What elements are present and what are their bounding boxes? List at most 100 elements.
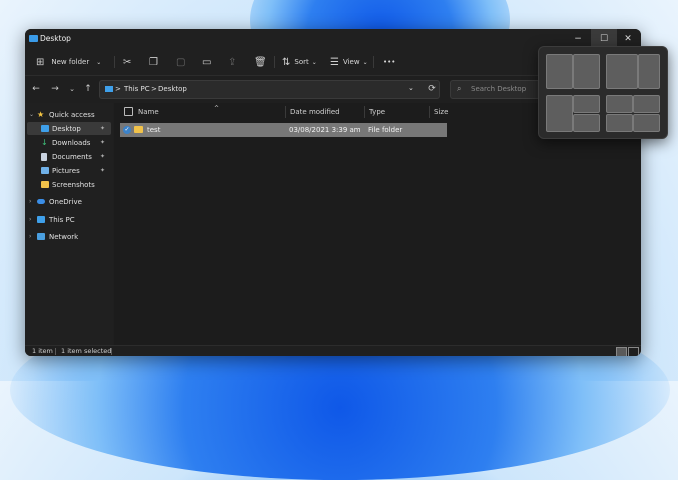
refresh-button[interactable]: ⟳ <box>426 83 438 95</box>
copy-icon: ❐ <box>149 56 158 68</box>
chevron-down-icon: ⌄ <box>69 85 75 93</box>
sidebar-item-onedrive[interactable]: › OneDrive <box>27 195 111 208</box>
folder-app-icon <box>29 35 38 42</box>
sort-icon: ⇅ <box>282 56 291 68</box>
sidebar-item-quick-access[interactable]: ⌄ ★ Quick access <box>27 108 111 121</box>
item-count: 1 item <box>32 347 53 355</box>
breadcrumb-desktop[interactable]: Desktop <box>158 85 187 93</box>
chevron-down-icon: ⌄ <box>362 58 368 66</box>
details-view-button[interactable] <box>616 347 627 356</box>
column-divider[interactable] <box>364 106 365 118</box>
breadcrumb-this-pc[interactable]: This PC <box>124 85 150 93</box>
arrow-left-icon: ← <box>32 84 40 94</box>
table-row[interactable]: ✓ test 03/08/2021 3:39 am File folder <box>120 123 447 137</box>
pc-icon <box>105 86 113 92</box>
column-header-date[interactable]: Date modified <box>290 105 340 119</box>
pictures-icon <box>41 167 49 174</box>
snap-zone-half-left[interactable] <box>546 54 573 89</box>
scissors-icon: ✂ <box>123 56 132 68</box>
folder-icon <box>41 181 49 188</box>
sidebar-item-label: Desktop <box>52 124 81 133</box>
cut-button[interactable]: ✂ <box>123 54 131 70</box>
snap-zone-left-column[interactable] <box>546 95 573 132</box>
copy-button[interactable]: ❐ <box>149 54 158 70</box>
star-icon: ★ <box>37 110 45 119</box>
window-title: Desktop <box>40 34 71 43</box>
pc-icon <box>37 216 45 223</box>
chevron-right-icon: › <box>29 216 32 223</box>
breadcrumb-separator: > <box>115 85 121 93</box>
snap-zone-half-right[interactable] <box>573 54 600 89</box>
tiles-view-button[interactable] <box>628 347 639 356</box>
select-all-checkbox[interactable] <box>124 107 133 116</box>
rename-button[interactable]: ▭ <box>202 54 211 70</box>
snap-zone-right-top[interactable] <box>573 95 600 113</box>
address-bar[interactable]: > This PC > Desktop ⌄ <box>99 80 440 99</box>
snap-zone-quad-bottom-right[interactable] <box>633 114 660 132</box>
column-divider[interactable] <box>285 106 286 118</box>
documents-icon <box>41 152 47 161</box>
sidebar-item-label: Documents <box>52 152 92 161</box>
checkmark-icon[interactable]: ✓ <box>123 126 131 134</box>
arrow-up-icon: ↑ <box>84 84 92 94</box>
new-folder-label: New folder <box>51 58 90 66</box>
snap-zone-wide-left[interactable] <box>606 54 638 89</box>
pin-icon: ✦ <box>99 125 105 132</box>
navigation-pane: ⌄ ★ Quick access Desktop ✦ ↓ Downloads ✦… <box>25 103 113 345</box>
status-bar: 1 item 1 item selected <box>25 345 641 356</box>
desktop-icon <box>41 125 49 132</box>
sidebar-item-screenshots[interactable]: Screenshots <box>27 178 111 191</box>
trash-icon: 🗑 <box>254 56 267 68</box>
refresh-icon: ⟳ <box>428 84 436 94</box>
sidebar-item-this-pc[interactable]: › This PC <box>27 213 111 226</box>
paste-icon: ▢ <box>176 56 186 68</box>
network-icon <box>37 233 45 240</box>
snap-zone-quad-bottom-left[interactable] <box>606 114 633 132</box>
pin-icon: ✦ <box>99 139 105 146</box>
sort-button[interactable]: ⇅ Sort ⌄ <box>282 54 317 70</box>
sidebar-item-pictures[interactable]: Pictures ✦ <box>27 164 111 177</box>
address-history-dropdown[interactable]: ⌄ <box>408 84 414 92</box>
snap-zone-quad-top-right[interactable] <box>633 95 660 113</box>
delete-button[interactable]: 🗑 <box>254 54 267 70</box>
forward-button[interactable]: → <box>49 83 61 95</box>
chevron-down-icon: ⌄ <box>311 58 317 66</box>
sidebar-item-desktop[interactable]: Desktop ✦ <box>27 122 111 135</box>
sidebar-item-label: This PC <box>49 215 75 224</box>
see-more-button[interactable]: ••• <box>383 54 395 70</box>
column-header-type[interactable]: Type <box>369 105 385 119</box>
toolbar-divider <box>373 56 374 68</box>
selection-count: 1 item selected <box>61 347 112 355</box>
chevron-right-icon: › <box>29 198 32 205</box>
new-folder-button[interactable]: ⊞ New folder ⌄ <box>36 54 101 70</box>
back-button[interactable]: ← <box>30 83 42 95</box>
sidebar-item-downloads[interactable]: ↓ Downloads ✦ <box>27 136 111 149</box>
snap-zone-right-bottom[interactable] <box>573 114 600 132</box>
share-button[interactable]: ⇪ <box>228 54 236 70</box>
sort-label: Sort <box>294 58 309 66</box>
view-button[interactable]: ☰ View ⌄ <box>330 54 368 70</box>
file-date: 03/08/2021 3:39 am <box>289 126 361 134</box>
toolbar-divider <box>274 56 275 68</box>
pin-icon: ✦ <box>99 167 105 174</box>
view-label: View <box>342 58 360 66</box>
sidebar-item-network[interactable]: › Network <box>27 230 111 243</box>
up-button[interactable]: ↑ <box>82 83 94 95</box>
column-divider[interactable] <box>429 106 430 118</box>
toolbar-divider <box>114 56 115 68</box>
rename-icon: ▭ <box>202 56 212 68</box>
status-divider <box>55 348 56 355</box>
snap-zone-quad-top-left[interactable] <box>606 95 633 113</box>
breadcrumb-separator: > <box>151 85 157 93</box>
snap-zone-narrow-right[interactable] <box>638 54 660 89</box>
sidebar-item-documents[interactable]: Documents ✦ <box>27 150 111 163</box>
status-divider <box>111 348 112 355</box>
download-icon: ↓ <box>41 138 48 147</box>
column-header-size[interactable]: Size <box>434 105 448 119</box>
sidebar-item-label: Pictures <box>52 166 80 175</box>
sidebar-item-label: Screenshots <box>52 180 95 189</box>
paste-button[interactable]: ▢ <box>176 54 185 70</box>
column-header-name[interactable]: Name <box>138 105 159 119</box>
recent-locations-button[interactable]: ⌄ <box>66 83 78 95</box>
view-icon: ☰ <box>330 56 339 68</box>
